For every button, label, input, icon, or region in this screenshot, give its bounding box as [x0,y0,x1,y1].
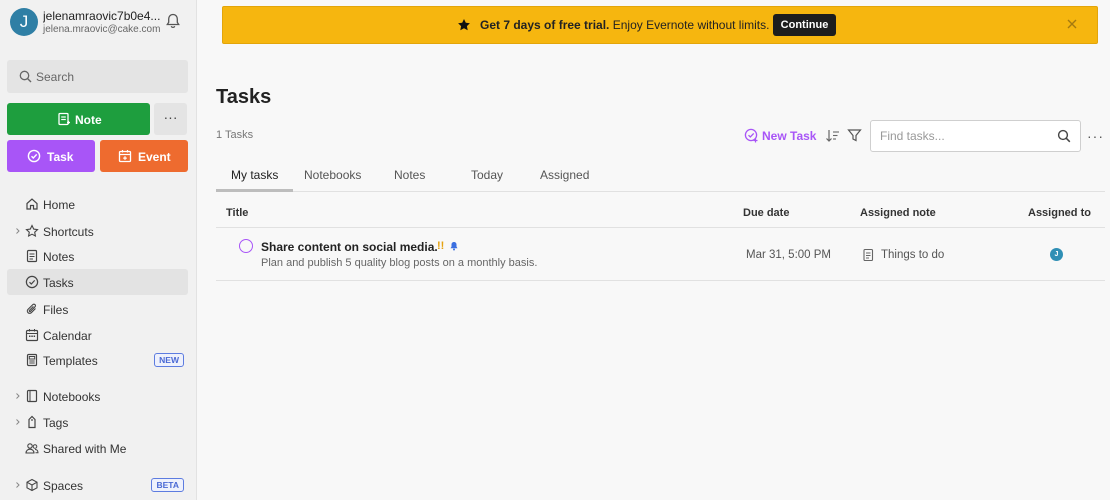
task-due-date[interactable]: Mar 31, 5:00 PM [746,249,831,261]
sidebar-item-calendar[interactable]: Calendar [7,322,188,348]
sidebar-item-home[interactable]: Home [7,191,188,217]
sidebar-item-shortcuts[interactable]: Shortcuts [7,218,188,244]
find-tasks-field[interactable] [870,120,1081,152]
account-switcher[interactable]: J jelenamraovic7b0e4... jelena.mraovic@c… [8,6,193,40]
sidebar-item-label: Files [43,303,69,317]
add-task-icon [744,128,758,143]
chevron-right-icon[interactable] [15,391,21,401]
continue-button[interactable]: Continue [773,14,836,36]
new-task-label: New Task [762,129,817,143]
check-circle-icon [25,275,39,289]
people-icon [25,443,39,454]
new-event-label: Event [138,150,171,164]
sidebar-item-notes[interactable]: Notes [7,243,188,269]
sidebar-item-label: Spaces [43,479,84,493]
task-check-icon [27,149,41,163]
sidebar-item-spaces[interactable]: Spaces BETA [7,472,188,498]
star-icon [458,19,470,31]
column-assigned-note[interactable]: Assigned note [860,207,936,219]
calendar-add-icon [118,150,132,163]
search-label: Search [36,70,75,84]
assignee-avatar[interactable]: J [1050,248,1063,261]
sidebar-item-files[interactable]: Files [7,296,188,322]
cube-icon [26,478,38,492]
reminder-bell-icon [450,242,458,251]
more-create-options-button[interactable]: ··· [154,103,187,135]
tab-notebooks[interactable]: Notebooks [304,168,361,182]
assigned-note-link[interactable]: Things to do [881,249,944,261]
star-icon [25,224,39,238]
banner-text: Get 7 days of free trial. Enjoy Evernote… [480,18,769,32]
account-name: jelenamraovic7b0e4... [43,9,161,23]
active-tab-indicator [216,189,293,192]
template-icon [26,353,38,367]
task-complete-checkbox[interactable] [239,239,253,253]
tab-assigned[interactable]: Assigned [540,168,589,182]
sidebar: J jelenamraovic7b0e4... jelena.mraovic@c… [0,0,197,500]
close-icon[interactable] [1065,17,1079,31]
sidebar-item-label: Tags [43,416,69,430]
column-due-date[interactable]: Due date [743,207,789,219]
chevron-right-icon[interactable] [15,226,21,236]
banner-bold-text: Get 7 days of free trial. [480,18,610,32]
search-icon [19,70,32,83]
chevron-right-icon[interactable] [15,480,21,490]
tag-icon [28,415,36,429]
task-count: 1 Tasks [216,129,254,141]
find-tasks-input[interactable] [880,129,1050,143]
chevron-right-icon[interactable] [15,417,21,427]
sidebar-item-label: Calendar [43,329,92,343]
column-title[interactable]: Title [226,207,248,219]
note-icon [58,112,70,126]
sidebar-item-notebooks[interactable]: Notebooks [7,383,188,409]
notebook-icon [26,389,38,403]
sidebar-item-label: Templates [43,354,98,368]
banner-sub-text: Enjoy Evernote without limits. [609,18,770,32]
new-task-button[interactable]: Task [7,140,95,172]
tab-today[interactable]: Today [471,168,503,182]
beta-badge: BETA [151,478,184,492]
column-assigned-to[interactable]: Assigned to [1028,207,1091,219]
notes-icon [26,249,38,263]
account-email: jelena.mraovic@cake.com [43,24,161,35]
new-badge: NEW [154,353,184,367]
task-tabs: My tasks Notebooks Notes Today Assigned [216,162,1105,192]
new-event-button[interactable]: Event [100,140,188,172]
sort-icon[interactable] [825,128,841,144]
more-options-icon[interactable]: ··· [1087,128,1104,144]
sidebar-item-shared-with-me[interactable]: Shared with Me [7,435,188,461]
trial-banner: Get 7 days of free trial. Enjoy Evernote… [222,6,1098,44]
note-icon [863,248,874,262]
table-header: Title Due date Assigned note Assigned to [216,200,1105,228]
filter-icon[interactable] [847,128,862,143]
calendar-icon [25,329,39,342]
home-icon [26,198,38,210]
task-title[interactable]: Share content on social media. [261,240,438,254]
avatar[interactable]: J [10,8,38,36]
new-task-label: Task [47,150,74,164]
task-description: Plan and publish 5 quality blog posts on… [261,257,538,269]
notifications-bell-icon[interactable] [164,12,182,30]
search-icon[interactable] [1057,129,1071,143]
sidebar-item-templates[interactable]: Templates NEW [7,347,188,373]
sidebar-item-label: Tasks [43,276,74,290]
tab-my-tasks[interactable]: My tasks [231,168,278,182]
paperclip-icon [26,303,36,314]
priority-flag: !! [437,240,445,252]
new-note-button[interactable]: Note [7,103,150,135]
new-note-label: Note [75,113,102,127]
sidebar-item-label: Shared with Me [43,442,127,456]
sidebar-item-label: Shortcuts [43,225,94,239]
sidebar-item-label: Notes [43,250,75,264]
table-row[interactable]: Share content on social media. !! Plan a… [216,229,1105,281]
tab-notes[interactable]: Notes [394,168,425,182]
sidebar-item-label: Home [43,198,76,212]
page-title: Tasks [216,86,272,108]
sidebar-item-tags[interactable]: Tags [7,409,188,435]
sidebar-item-tasks[interactable]: Tasks [7,269,188,295]
sidebar-search[interactable]: Search [7,60,188,93]
sidebar-item-label: Notebooks [43,390,101,404]
